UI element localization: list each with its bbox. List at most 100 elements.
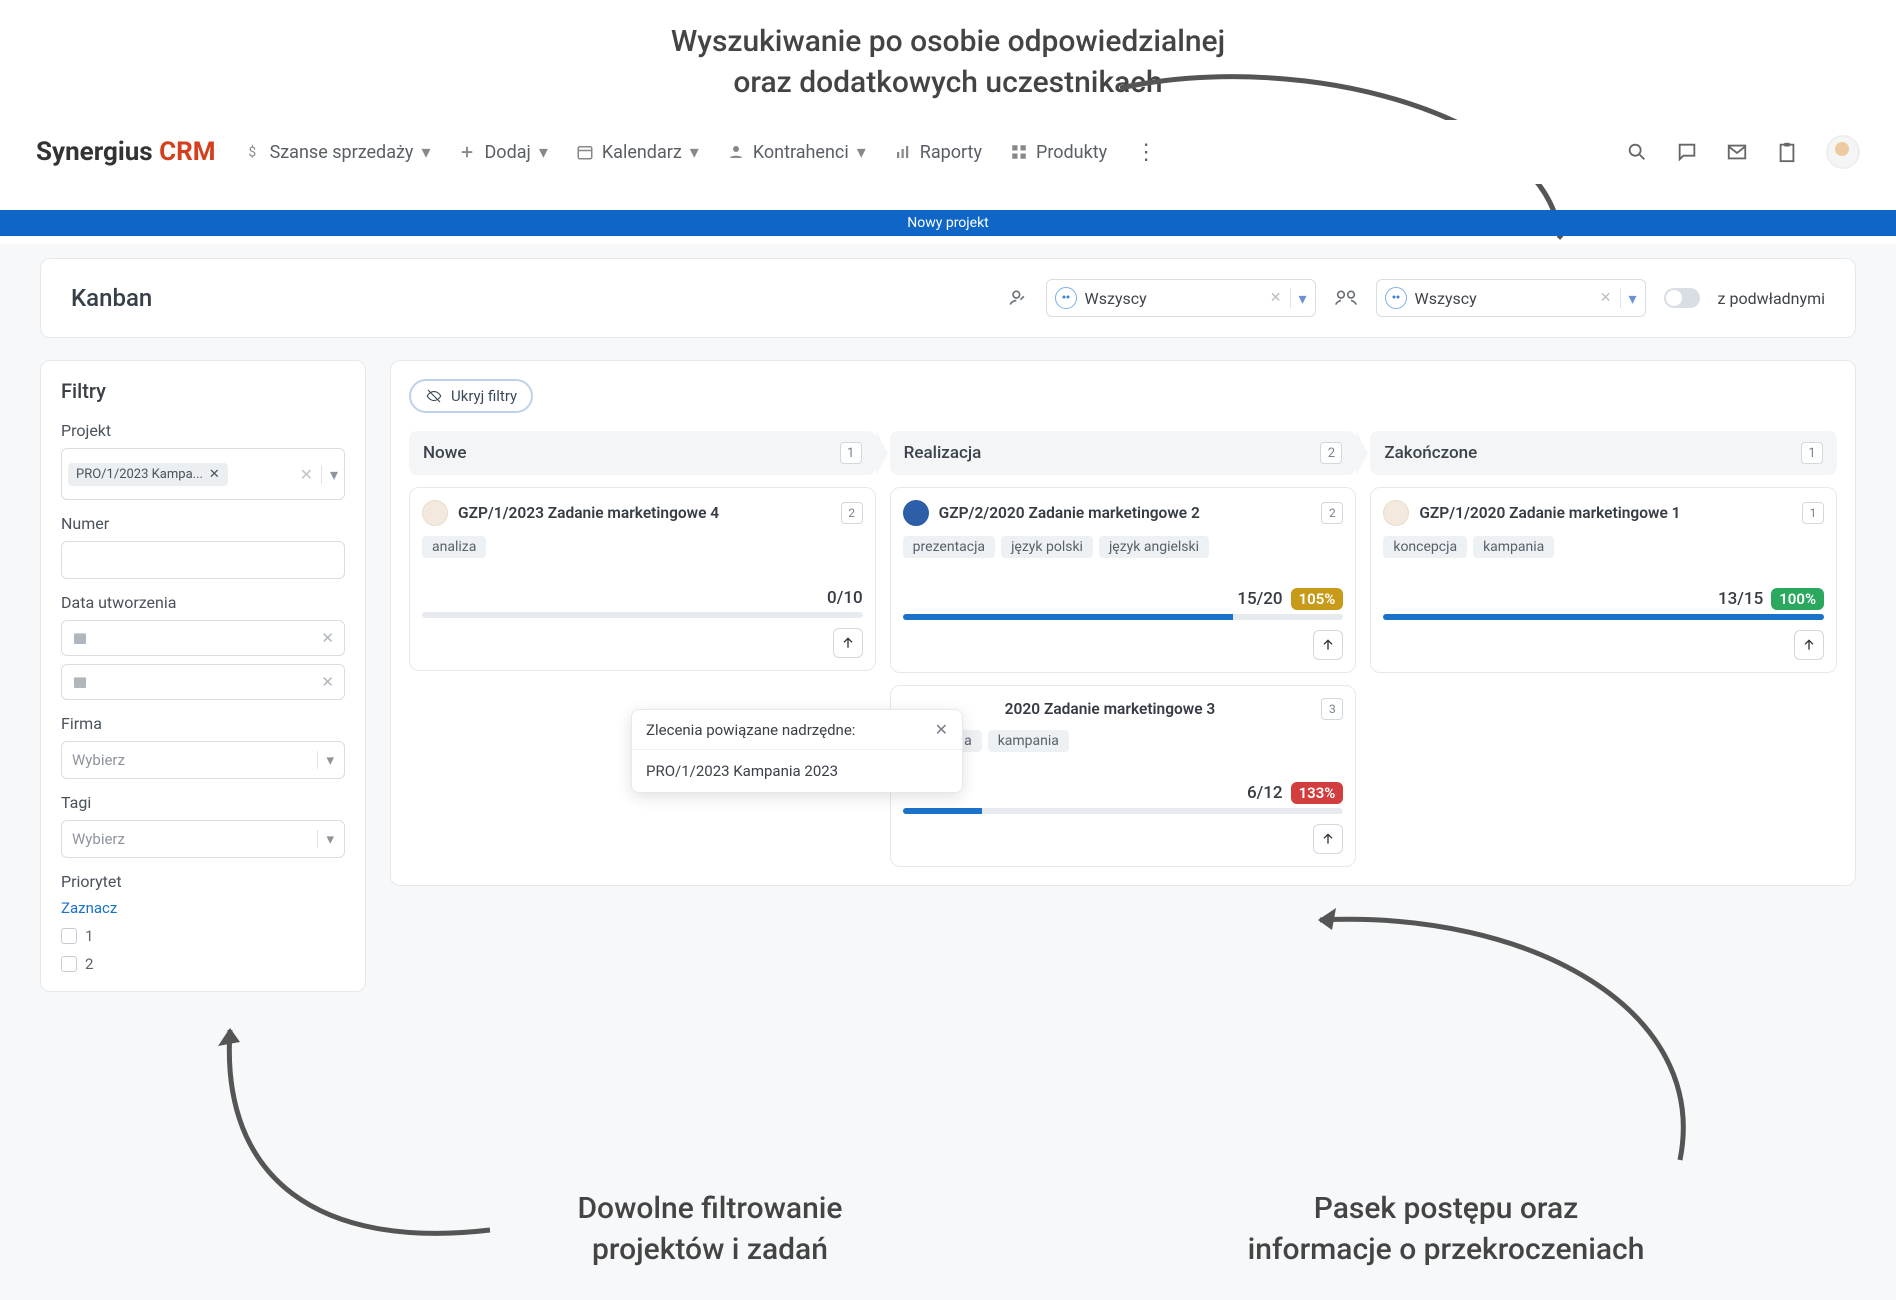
tag: kampania <box>1473 536 1554 558</box>
col-count: 1 <box>840 442 862 464</box>
filter-projekt-label: Projekt <box>61 421 345 440</box>
card-badge: 2 <box>1321 502 1343 524</box>
card-title: GZP/2/2020 Zadanie marketingowe 2 <box>939 504 1312 522</box>
chevron-down-icon[interactable]: ▾ <box>317 830 334 848</box>
col-header: Realizacja 2 <box>890 431 1357 475</box>
filter-firma-select[interactable]: Wybierz ▾ <box>61 741 345 779</box>
more-icon[interactable]: ⋮ <box>1135 140 1157 165</box>
filter-priorytet-1[interactable]: 1 <box>61 927 345 945</box>
chevron-down-icon: ▾ <box>857 142 866 163</box>
tag: język angielski <box>1099 536 1209 558</box>
filter-firma-label: Firma <box>61 714 345 733</box>
clipboard-icon[interactable] <box>1776 141 1798 163</box>
card-title: 2020 Zadanie marketingowe 3 <box>1005 700 1312 718</box>
chevron-down-icon[interactable]: ▾ <box>317 751 334 769</box>
svg-text:$: $ <box>248 145 256 161</box>
clear-icon[interactable]: ✕ <box>1600 290 1612 306</box>
avatar <box>903 500 929 526</box>
filters-panel: Filtry Projekt PRO/1/2023 Kampa... ✕ ✕ ▾… <box>40 360 366 992</box>
kanban-card[interactable]: GZP/2/2020 Zadanie marketingowe 2 2 prez… <box>890 487 1357 673</box>
card-title: GZP/1/2020 Zadanie marketingowe 1 <box>1419 504 1792 522</box>
nav-kontrahenci[interactable]: Kontrahenci ▾ <box>727 142 866 163</box>
avatar[interactable] <box>1826 135 1860 169</box>
group-icon <box>1385 287 1407 309</box>
progress-ratio: 15/20 <box>1237 589 1282 609</box>
nav-raporty[interactable]: Raporty <box>894 142 982 163</box>
progress-bar <box>903 808 1344 814</box>
popover-title: Zlecenia powiązane nadrzędne: <box>646 721 935 739</box>
tag: analiza <box>422 536 486 558</box>
checkbox[interactable] <box>61 956 77 972</box>
clear-icon[interactable]: ✕ <box>1270 290 1282 306</box>
mail-icon[interactable] <box>1726 141 1748 163</box>
filter-priorytet-label: Priorytet <box>61 872 345 891</box>
filter-tagi-select[interactable]: Wybierz ▾ <box>61 820 345 858</box>
chevron-down-icon[interactable]: ▾ <box>321 465 338 484</box>
nav-szanse[interactable]: $ Szanse sprzedaży ▾ <box>244 142 431 163</box>
calendar-icon <box>72 674 88 690</box>
page-title: Kanban <box>71 284 152 312</box>
progress-ratio: 0/10 <box>827 588 863 608</box>
brand-logo: Synergius CRM <box>36 137 216 167</box>
subordinates-toggle-label: z podwładnymi <box>1718 289 1825 308</box>
barchart-icon <box>894 143 912 161</box>
filter-date-to[interactable]: ✕ <box>61 664 345 700</box>
plus-icon <box>458 143 476 161</box>
filter-date-from[interactable]: ✕ <box>61 620 345 656</box>
filter-numer-input[interactable] <box>61 541 345 579</box>
nav-dodaj[interactable]: Dodaj ▾ <box>458 142 547 163</box>
avatar <box>1383 500 1409 526</box>
avatar <box>422 500 448 526</box>
filter-projekt-select[interactable]: PRO/1/2023 Kampa... ✕ ✕ ▾ <box>61 448 345 500</box>
filter-priorytet-selectall[interactable]: Zaznacz <box>61 899 345 917</box>
col-header: Zakończone 1 <box>1370 431 1837 475</box>
chevron-down-icon[interactable]: ▾ <box>1299 289 1307 308</box>
chevron-down-icon: ▾ <box>421 142 430 163</box>
card-badge: 2 <box>841 502 863 524</box>
arrow-up-button[interactable] <box>1794 630 1824 660</box>
nav-kalendarz[interactable]: Kalendarz ▾ <box>576 142 699 163</box>
progress-bar <box>903 614 1344 620</box>
chip-remove-icon[interactable]: ✕ <box>209 467 220 482</box>
col-header: Nowe 1 <box>409 431 876 475</box>
grid-icon <box>1010 143 1028 161</box>
filter-date-label: Data utworzenia <box>61 593 345 612</box>
checkbox[interactable] <box>61 928 77 944</box>
filter-priorytet-2[interactable]: 2 <box>61 955 345 973</box>
clear-icon[interactable]: ✕ <box>321 629 334 647</box>
close-icon[interactable]: ✕ <box>935 720 948 739</box>
chat-icon[interactable] <box>1676 141 1698 163</box>
clear-icon[interactable]: ✕ <box>300 465 313 484</box>
assignee-select[interactable]: Wszyscy ✕ ▾ <box>1046 279 1316 317</box>
subordinates-toggle[interactable] <box>1664 288 1700 308</box>
filters-title: Filtry <box>61 379 345 403</box>
filter-projekt-chip[interactable]: PRO/1/2023 Kampa... ✕ <box>68 463 228 486</box>
card-badge: 3 <box>1321 698 1343 720</box>
kanban-col-zakonczone: Zakończone 1 GZP/1/2020 Zadanie marketin… <box>1370 431 1837 867</box>
progress-pct: 133% <box>1291 782 1344 804</box>
nav-produkty[interactable]: Produkty <box>1010 142 1107 163</box>
hide-filters-button[interactable]: Ukryj filtry <box>409 379 533 413</box>
participants-select[interactable]: Wszyscy ✕ ▾ <box>1376 279 1646 317</box>
clear-icon[interactable]: ✕ <box>321 673 334 691</box>
kanban-col-nowe: Nowe 1 GZP/1/2023 Zadanie marketingowe 4… <box>409 431 876 867</box>
banner-new-project[interactable]: Nowy projekt <box>0 210 1896 236</box>
group-icon <box>1055 287 1077 309</box>
dollar-icon: $ <box>244 143 262 161</box>
tag: koncepcja <box>1383 536 1467 558</box>
calendar-icon <box>72 630 88 646</box>
app-body: Kanban Wszyscy ✕ ▾ Wszyscy <box>0 244 1896 1300</box>
board: Ukryj filtry Nowe 1 GZP/1/2023 Zadanie m… <box>390 360 1856 886</box>
chevron-down-icon[interactable]: ▾ <box>1629 289 1637 308</box>
participants-icon <box>1334 288 1358 308</box>
tag: język polski <box>1001 536 1093 558</box>
col-count: 1 <box>1801 442 1823 464</box>
search-icon[interactable] <box>1626 141 1648 163</box>
arrow-up-button[interactable] <box>833 628 863 658</box>
kanban-card[interactable]: GZP/1/2023 Zadanie marketingowe 4 2 anal… <box>409 487 876 671</box>
popover-item[interactable]: PRO/1/2023 Kampania 2023 <box>632 750 962 792</box>
annotation-top: Wyszukiwanie po osobie odpowiedzialnejor… <box>0 22 1896 103</box>
arrow-up-button[interactable] <box>1313 824 1343 854</box>
arrow-up-button[interactable] <box>1313 630 1343 660</box>
kanban-card[interactable]: GZP/1/2020 Zadanie marketingowe 1 1 konc… <box>1370 487 1837 673</box>
